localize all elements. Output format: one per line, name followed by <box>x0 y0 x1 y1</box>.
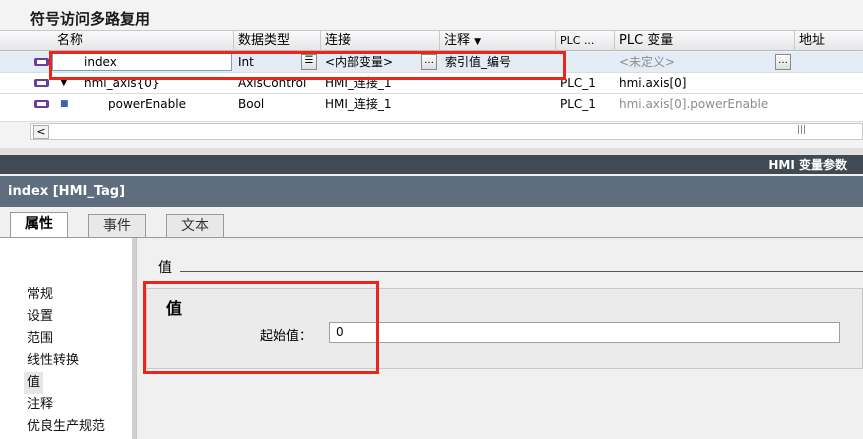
member-bullet-icon: ■ <box>60 99 69 109</box>
ellipsis-icon[interactable]: … <box>775 54 791 70</box>
chevron-left-icon[interactable]: < <box>33 125 49 139</box>
cell-plc-var: hmi.axis[0].powerEnable <box>619 97 769 111</box>
highlight-box <box>143 281 379 374</box>
cell-type: Bool <box>238 97 265 111</box>
section-title: 值 <box>158 260 172 276</box>
col-comment-label: 注释 <box>444 33 471 48</box>
cell-plc-var: hmi.axis[0] <box>619 76 687 90</box>
highlight-box <box>49 51 566 80</box>
nav-item-comment[interactable]: 注释 <box>27 394 53 416</box>
table-row[interactable]: ■ powerEnable Bool HMI_连接_1 PLC_1 hmi.ax… <box>0 94 863 122</box>
col-plc[interactable]: PLC ... <box>555 31 614 51</box>
col-plc-var[interactable]: PLC 变量 <box>614 31 794 51</box>
hmi-tag-icon <box>34 58 49 66</box>
nav-splitter[interactable] <box>132 238 136 439</box>
cell-plc: PLC_1 <box>560 97 596 111</box>
col-address[interactable]: 地址 <box>794 31 863 51</box>
table-title: 符号访问多路复用 <box>30 10 151 28</box>
col-connection[interactable]: 连接 <box>320 31 439 51</box>
inspector-tabs: 属性 事件 文本 <box>0 207 863 239</box>
hmi-tag-icon <box>34 100 49 108</box>
panel-title-bar: HMI 变量参数 <box>0 155 863 174</box>
section-divider <box>180 271 863 272</box>
nav-item-range[interactable]: 范围 <box>27 328 53 350</box>
sort-arrow-icon: ▼ <box>474 37 482 47</box>
start-value-input[interactable]: 0 <box>329 322 840 343</box>
panel-title: HMI 变量参数 <box>768 158 847 172</box>
col-comment[interactable]: 注释 ▼ <box>439 31 555 51</box>
col-type[interactable]: 数据类型 <box>233 31 320 51</box>
table-header: 名称 数据类型 连接 注释 ▼ PLC ... PLC 变量 地址 <box>0 30 863 51</box>
nav-item-settings[interactable]: 设置 <box>27 306 53 328</box>
cell-connection: HMI_连接_1 <box>325 97 392 111</box>
cell-name: powerEnable <box>108 97 186 111</box>
panel-splitter[interactable] <box>0 148 863 155</box>
cell-plc-var: <未定义> <box>619 55 676 69</box>
nav-item-values[interactable]: 值 <box>24 372 44 394</box>
nav-item-linear-scaling[interactable]: 线性转换 <box>27 350 79 372</box>
col-name[interactable]: 名称 <box>53 31 233 51</box>
horizontal-scrollbar[interactable]: < ||| <box>30 123 863 140</box>
scroll-grip-icon[interactable]: ||| <box>797 125 806 135</box>
inspector-title: index [HMI_Tag] <box>0 176 863 207</box>
nav-item-general[interactable]: 常规 <box>27 284 53 306</box>
nav-item-gmp[interactable]: 优良生产规范 <box>27 416 105 438</box>
tab-events[interactable]: 事件 <box>88 214 146 238</box>
tab-properties[interactable]: 属性 <box>10 212 68 239</box>
property-nav <box>0 238 137 439</box>
tab-texts[interactable]: 文本 <box>166 214 224 238</box>
hmi-tag-icon <box>34 79 49 87</box>
